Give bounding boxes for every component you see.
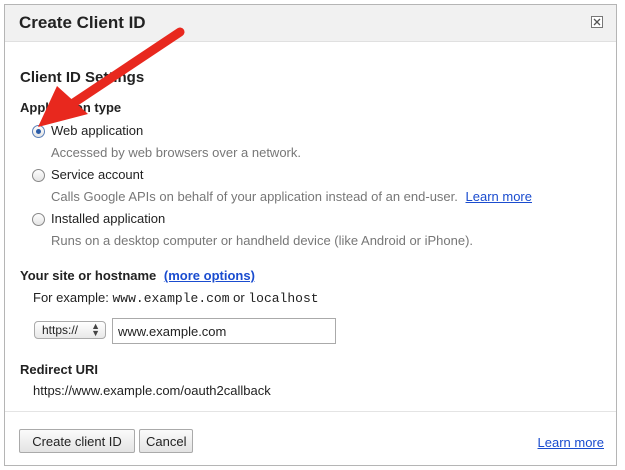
protocol-select[interactable]: https:// ▲ ▼	[34, 321, 106, 339]
web-application-description: Accessed by web browsers over a network.	[51, 145, 301, 160]
section-title: Client ID Settings	[20, 69, 145, 86]
web-application-label[interactable]: Web application	[51, 123, 143, 138]
installed-application-label[interactable]: Installed application	[51, 211, 165, 226]
application-type-label: Application type	[20, 100, 122, 115]
web-application-radio[interactable]	[32, 125, 45, 138]
service-account-description-row: Calls Google APIs on behalf of your appl…	[51, 189, 532, 204]
redirect-uri-label: Redirect URI	[20, 362, 99, 377]
example-host-2: localhost	[248, 291, 319, 306]
hostname-example: For example: www.example.com or localhos…	[33, 290, 319, 306]
example-host-1: www.example.com	[112, 291, 230, 306]
hostname-input[interactable]	[112, 318, 336, 344]
installed-application-description: Runs on a desktop computer or handheld d…	[51, 233, 474, 248]
site-hostname-label: Your site or hostname	[20, 268, 157, 283]
redirect-uri-value: https://www.example.com/oauth2callback	[33, 383, 271, 398]
close-icon[interactable]	[591, 16, 603, 28]
example-or: or	[233, 290, 245, 305]
select-arrows-icon: ▲ ▼	[91, 321, 100, 338]
service-account-label[interactable]: Service account	[51, 167, 144, 182]
cancel-button[interactable]: Cancel	[139, 429, 193, 453]
dialog-titlebar: Create Client ID	[5, 5, 616, 42]
dialog-title: Create Client ID	[19, 13, 146, 32]
footer-learn-more-link[interactable]: Learn more	[538, 435, 604, 450]
site-hostname-label-row: Your site or hostname (more options)	[20, 268, 255, 283]
service-account-learn-more-link[interactable]: Learn more	[466, 189, 532, 204]
installed-application-radio[interactable]	[32, 213, 45, 226]
create-client-id-button[interactable]: Create client ID	[19, 429, 135, 453]
protocol-value: https://	[42, 323, 79, 337]
footer-divider	[5, 411, 616, 412]
service-account-radio[interactable]	[32, 169, 45, 182]
service-account-description: Calls Google APIs on behalf of your appl…	[51, 189, 458, 204]
example-prefix: For example:	[33, 290, 109, 305]
create-client-id-dialog: Create Client ID Client ID Settings Appl…	[4, 4, 617, 466]
more-options-link[interactable]: (more options)	[164, 268, 255, 283]
